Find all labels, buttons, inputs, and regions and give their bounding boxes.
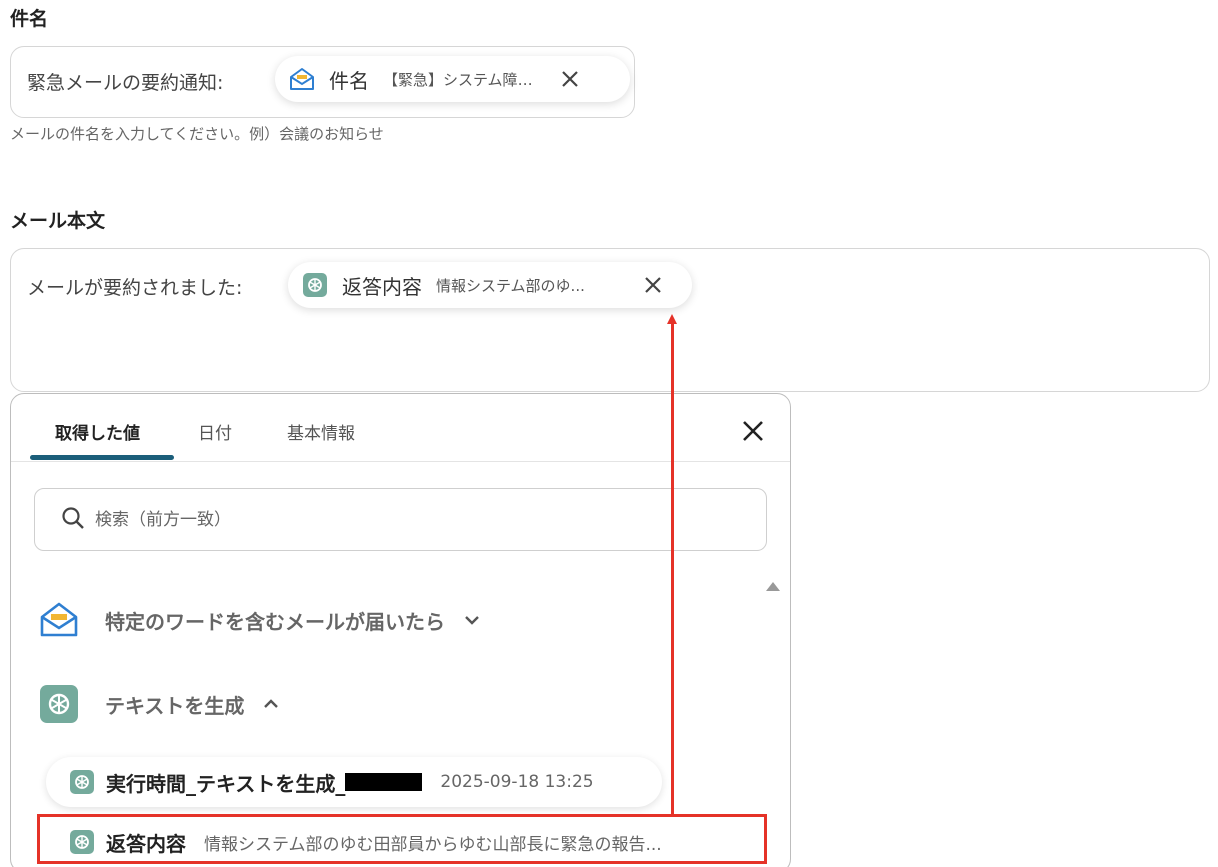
search-icon [61, 506, 85, 534]
tab-date[interactable]: 日付 [198, 419, 232, 444]
group-label: 特定のワードを含むメールが届いたら [105, 609, 445, 634]
redacted-block [345, 773, 423, 791]
body-variable-chip[interactable]: 返答内容 情報システム部のゆ... [288, 262, 692, 308]
chevron-down-icon[interactable] [463, 611, 481, 629]
openai-icon [70, 770, 94, 794]
tab-basic-info[interactable]: 基本情報 [287, 419, 355, 444]
body-prefix-text: メールが要約されました: [27, 277, 243, 299]
item-value: 2025-09-18 13:25 [440, 772, 594, 792]
chevron-up-icon[interactable] [262, 695, 280, 713]
email-trigger-icon [289, 66, 315, 92]
item-name: 実行時間_テキストを生成_ [106, 771, 346, 796]
body-chip-name: 返答内容 [342, 274, 422, 299]
group-label: テキストを生成 [105, 693, 245, 718]
openai-icon [39, 684, 79, 724]
list-item[interactable]: 実行時間_テキストを生成_ 2025-09-18 13:25 [46, 757, 662, 807]
close-icon[interactable] [642, 274, 664, 296]
subject-label: 件名 [10, 8, 49, 30]
body-label: メール本文 [10, 210, 106, 232]
subject-chip-value: 【緊急】システム障害... [383, 70, 543, 89]
group-email-trigger[interactable]: 特定のワードを含むメールが届いたら [39, 600, 481, 640]
highlight-box [37, 814, 767, 864]
annotation-arrow [671, 322, 674, 814]
subject-variable-chip[interactable]: 件名 【緊急】システム障害... [275, 56, 630, 102]
subject-chip-name: 件名 [329, 68, 369, 93]
scroll-up-arrow-icon[interactable] [766, 582, 780, 591]
subject-prefix-text: 緊急メールの要約通知: [27, 72, 224, 94]
active-tab-indicator [30, 455, 174, 460]
arrow-head-icon [667, 314, 677, 324]
openai-icon [302, 272, 328, 298]
body-chip-value: 情報システム部のゆ... [436, 276, 585, 295]
search-box [34, 488, 767, 551]
close-icon[interactable] [738, 416, 768, 446]
close-icon[interactable] [559, 68, 581, 90]
email-trigger-icon [39, 600, 79, 640]
group-generate-text[interactable]: テキストを生成 [39, 684, 280, 724]
search-input[interactable] [95, 509, 695, 530]
subject-hint: メールの件名を入力してください。例）会議のお知らせ [10, 125, 384, 143]
tab-retrieved-values[interactable]: 取得した値 [55, 419, 140, 444]
